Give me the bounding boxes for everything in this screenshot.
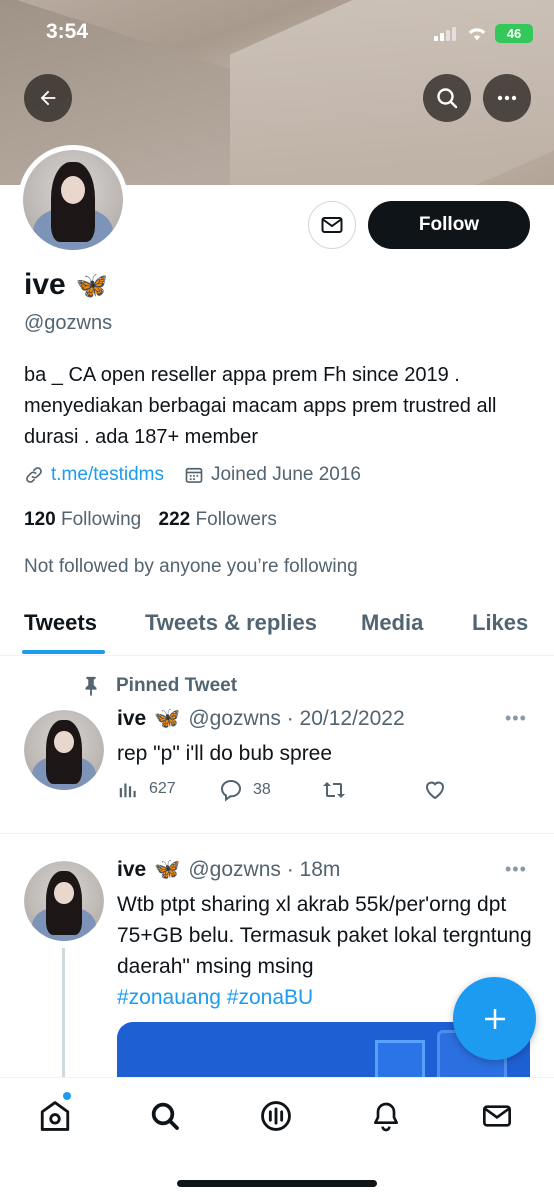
home-indicator bbox=[177, 1180, 377, 1187]
nav-search[interactable] bbox=[147, 1098, 183, 1134]
status-time: 3:54 bbox=[46, 20, 89, 43]
nav-home[interactable] bbox=[37, 1098, 73, 1134]
status-bar: 3:54 46 bbox=[0, 0, 554, 68]
tweet-avatar[interactable] bbox=[24, 710, 104, 790]
not-followed-text: Not followed by anyone you’re following bbox=[24, 556, 358, 577]
signal-icon bbox=[434, 27, 460, 41]
spaces-icon bbox=[261, 1101, 291, 1131]
views-button[interactable]: 627 bbox=[117, 778, 176, 800]
tweet-handle-time: @gozwns · 20/12/2022 bbox=[188, 707, 405, 730]
tweet-text: rep "p" i'll do bub spree bbox=[117, 742, 333, 765]
retweet-button[interactable] bbox=[321, 778, 347, 802]
like-button[interactable] bbox=[423, 778, 447, 802]
wifi-icon bbox=[468, 28, 486, 41]
joined-date: Joined June 2016 bbox=[210, 464, 361, 485]
plus-icon bbox=[484, 1008, 505, 1029]
message-button[interactable] bbox=[308, 201, 356, 249]
profile-bio: ba _ CA open reseller appa prem Fh since… bbox=[24, 364, 497, 448]
more-options-button[interactable] bbox=[483, 74, 531, 122]
tab-likes[interactable]: Likes bbox=[472, 610, 528, 636]
thread-line bbox=[62, 948, 65, 1083]
follow-button[interactable]: Follow bbox=[368, 201, 530, 249]
profile-avatar[interactable] bbox=[18, 145, 128, 255]
search-icon bbox=[437, 88, 458, 109]
tab-media[interactable]: Media bbox=[361, 610, 423, 636]
tweet-avatar[interactable] bbox=[24, 861, 104, 941]
profile-handle: @gozwns bbox=[24, 312, 113, 334]
tweet-handle-time: @gozwns · 18m bbox=[188, 858, 341, 881]
reply-icon bbox=[220, 779, 242, 802]
butterfly-emoji: 🦋 bbox=[154, 707, 181, 730]
home-notification-dot bbox=[63, 1092, 71, 1100]
tweet-more-icon[interactable]: ••• bbox=[505, 708, 527, 729]
retweet-icon bbox=[323, 782, 345, 798]
reply-button[interactable]: 38 bbox=[219, 778, 271, 802]
battery-indicator: 46 bbox=[495, 24, 533, 43]
back-button[interactable] bbox=[24, 74, 72, 122]
nav-spaces[interactable] bbox=[258, 1098, 294, 1134]
tweet-body: Wtb ptpt sharing xl akrab 55k/per'orng d… bbox=[117, 893, 532, 978]
more-icon bbox=[497, 95, 517, 101]
active-tab-indicator bbox=[22, 650, 105, 654]
pin-icon bbox=[85, 676, 97, 697]
tweet-header: ive 🦋 @gozwns · 20/12/2022 bbox=[117, 707, 405, 731]
analytics-icon bbox=[119, 783, 136, 798]
back-arrow-icon bbox=[40, 90, 56, 106]
tweet-author-name[interactable]: ive bbox=[117, 707, 146, 731]
profile-meta: t.me/testidms Joined June 2016 bbox=[24, 464, 361, 486]
following-link[interactable]: 120 Following bbox=[24, 509, 141, 530]
tweet-header: ive 🦋 @gozwns · 18m bbox=[117, 858, 340, 882]
search-button[interactable] bbox=[423, 74, 471, 122]
hashtag-zonauang[interactable]: #zonauang bbox=[117, 986, 221, 1009]
heart-icon bbox=[425, 781, 445, 800]
tab-tweets[interactable]: Tweets bbox=[24, 610, 97, 636]
reply-count: 38 bbox=[253, 781, 271, 798]
tweet-actions: 627 38 bbox=[117, 778, 457, 806]
nav-notifications[interactable] bbox=[368, 1098, 404, 1134]
profile-name-text: ive bbox=[24, 268, 66, 301]
mail-icon bbox=[483, 1105, 511, 1127]
bell-icon bbox=[374, 1102, 398, 1132]
link-icon bbox=[26, 467, 42, 483]
views-count: 627 bbox=[149, 780, 176, 797]
butterfly-emoji: 🦋 bbox=[75, 269, 109, 300]
tweet-divider bbox=[0, 833, 554, 834]
nav-messages[interactable] bbox=[479, 1098, 515, 1134]
tab-tweets-replies[interactable]: Tweets & replies bbox=[145, 610, 317, 636]
pinned-label: Pinned Tweet bbox=[80, 674, 237, 698]
home-icon bbox=[40, 1101, 70, 1131]
tweet-author-name[interactable]: ive bbox=[117, 858, 146, 882]
profile-name: ive 🦋 bbox=[24, 268, 108, 302]
followers-link[interactable]: 222 Followers bbox=[159, 509, 277, 530]
tweet-more-icon[interactable]: ••• bbox=[505, 859, 527, 880]
follow-stats: 120 Following 222 Followers bbox=[24, 509, 277, 531]
butterfly-emoji: 🦋 bbox=[154, 858, 181, 881]
compose-tweet-button[interactable] bbox=[453, 977, 536, 1060]
search-icon bbox=[151, 1102, 179, 1130]
profile-tabs: Tweets Tweets & replies Media Likes bbox=[0, 598, 554, 656]
pinned-text: Pinned Tweet bbox=[116, 675, 238, 696]
hashtag-zonabu[interactable]: #zonaBU bbox=[227, 986, 313, 1009]
profile-link[interactable]: t.me/testidms bbox=[51, 464, 164, 486]
calendar-icon bbox=[185, 467, 203, 483]
mail-icon bbox=[321, 217, 343, 233]
